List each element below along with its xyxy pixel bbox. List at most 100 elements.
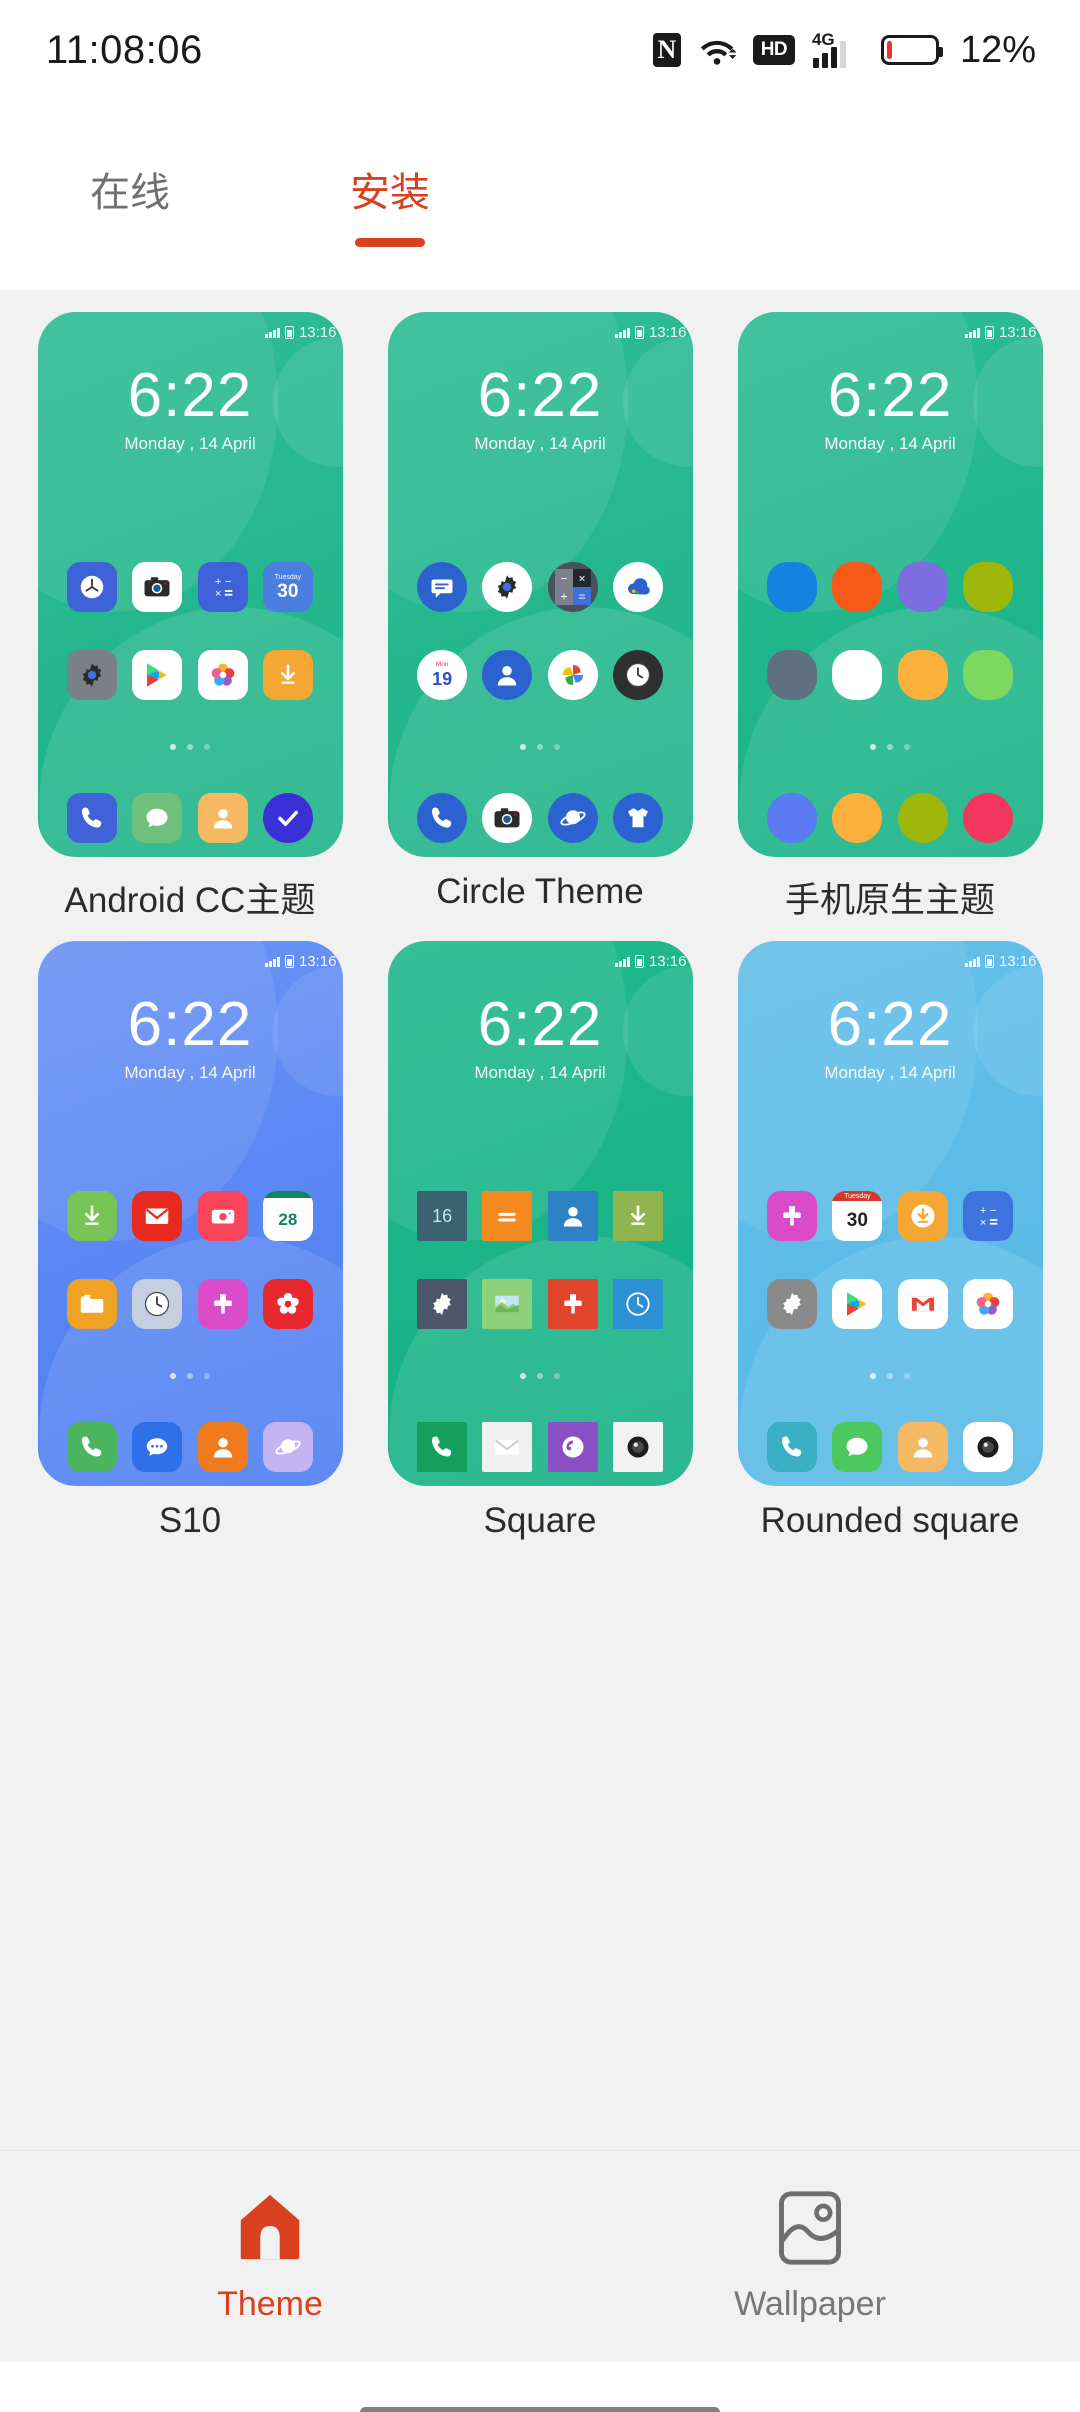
email-icon[interactable] [132, 1191, 183, 1241]
camera-icon[interactable] [482, 793, 533, 843]
messages-icon[interactable] [832, 1422, 883, 1472]
theme-preview[interactable]: 13:16 6:22 Monday , 14 April 16 [387, 941, 693, 1486]
preview-status-bar: 13:16 [965, 953, 1037, 970]
phone-icon[interactable] [417, 793, 468, 843]
theme-name-label: 手机原生主题 [784, 881, 995, 920]
theme-item[interactable]: 13:16 6:22 Monday , 14 April Tuesday 30 + − × Ro… [737, 941, 1043, 1541]
messages-icon[interactable] [132, 793, 183, 843]
gmail-icon[interactable] [897, 1279, 948, 1329]
messages-icon[interactable] [132, 1422, 183, 1472]
themes-icon[interactable] [767, 1191, 818, 1241]
calculator-icon[interactable]: + − × [962, 1191, 1013, 1241]
calculator-icon[interactable]: − × + = [547, 562, 598, 612]
theme-item[interactable]: 13:16 6:22 Monday , 14 April 28 S10 [37, 941, 343, 1541]
gallery-icon[interactable] [262, 1279, 313, 1329]
calendar-icon[interactable]: Mon 19 [417, 650, 468, 700]
app-icon-orange[interactable] [832, 562, 883, 612]
app-icon-green[interactable] [962, 650, 1013, 700]
downloads-icon[interactable] [67, 1191, 118, 1241]
clock-icon[interactable] [612, 1279, 663, 1329]
clock-icon[interactable] [67, 562, 118, 612]
browser-icon[interactable] [547, 1422, 598, 1472]
gesture-pill[interactable] [360, 2406, 720, 2412]
theme-preview[interactable]: 13:16 6:22 Monday , 14 April Tuesday 30 + − × [737, 941, 1043, 1486]
app-icon-white[interactable] [832, 650, 883, 700]
browser-icon[interactable] [547, 793, 598, 843]
preview-status-time: 13:16 [298, 324, 337, 341]
app-icon-gold[interactable] [832, 793, 883, 843]
messages-icon[interactable] [417, 562, 468, 612]
contacts-icon[interactable] [547, 1191, 598, 1241]
clock-icon[interactable] [612, 650, 663, 700]
app-icon-slate[interactable] [767, 650, 818, 700]
phone-icon[interactable] [417, 1422, 468, 1472]
app-icon-olive[interactable] [962, 562, 1013, 612]
tab-online[interactable]: 在线 [0, 160, 260, 247]
contacts-icon[interactable] [197, 793, 248, 843]
camera-icon[interactable] [612, 1422, 663, 1472]
email-icon[interactable] [482, 1422, 533, 1472]
theme-preview[interactable]: 13:16 6:22 Monday , 14 April [737, 312, 1043, 857]
browser-icon[interactable] [262, 1422, 313, 1472]
phone-icon[interactable] [67, 793, 118, 843]
theme-item[interactable]: 13:16 6:22 Monday , 14 April 手机原生主题 [737, 312, 1043, 923]
contacts-icon[interactable] [482, 650, 533, 700]
app-icon-purple[interactable] [897, 562, 948, 612]
theme-name-label: Rounded square [760, 1501, 1020, 1540]
camera-icon[interactable] [197, 1191, 248, 1241]
nav-item-theme-label: Theme [217, 2284, 323, 2323]
gallery-icon[interactable] [482, 1279, 533, 1329]
camera-icon[interactable] [962, 1422, 1013, 1472]
app-icon-amber[interactable] [897, 650, 948, 700]
calendar-icon[interactable]: Tuesday 30 [262, 562, 313, 612]
play-store-icon[interactable] [132, 650, 183, 700]
calculator-icon[interactable]: + − × [197, 562, 248, 612]
image-icon [773, 2190, 847, 2271]
clock-icon[interactable] [132, 1279, 183, 1329]
theme-preview[interactable]: 13:16 6:22 Monday , 14 April − × + = Mon 19 [387, 312, 693, 857]
calendar-icon[interactable]: 16 [417, 1191, 468, 1241]
nav-item-wallpaper[interactable]: Wallpaper [540, 2190, 1080, 2324]
nav-item-theme[interactable]: Theme [0, 2190, 540, 2324]
app-icon-blue[interactable] [767, 562, 818, 612]
svg-text:+: + [215, 576, 222, 588]
themes-icon[interactable] [612, 793, 663, 843]
camera-icon[interactable] [132, 562, 183, 612]
phone-icon[interactable] [67, 1422, 118, 1472]
downloads-icon[interactable] [612, 1191, 663, 1241]
settings-icon[interactable] [417, 1279, 468, 1329]
phone-icon[interactable] [767, 1422, 818, 1472]
theme-preview[interactable]: 13:16 6:22 Monday , 14 April 28 [37, 941, 343, 1486]
calendar-icon[interactable]: Tuesday 30 [832, 1191, 883, 1241]
gallery-icon[interactable] [962, 1279, 1013, 1329]
theme-item[interactable]: 13:16 6:22 Monday , 14 April − × + = Mon 19 Circl… [387, 312, 693, 923]
photos-icon[interactable] [547, 650, 598, 700]
calculator-icon[interactable] [482, 1191, 533, 1241]
app-icon-indigo[interactable] [767, 793, 818, 843]
settings-icon[interactable] [67, 650, 118, 700]
downloads-icon[interactable] [897, 1191, 948, 1241]
theme-item[interactable]: 13:16 6:22 Monday , 14 April 16 Square [387, 941, 693, 1541]
weather-icon[interactable] [612, 562, 663, 612]
contacts-icon[interactable] [897, 1422, 948, 1472]
settings-icon[interactable] [482, 562, 533, 612]
downloads-icon[interactable] [262, 650, 313, 700]
contacts-icon[interactable] [197, 1422, 248, 1472]
app-icon-pink[interactable] [962, 793, 1013, 843]
theme-preview[interactable]: 13:16 6:22 Monday , 14 April + − × Tuesday 30 [37, 312, 343, 857]
theme-list-content: 13:16 6:22 Monday , 14 April + − × Tuesday 30 An… [0, 290, 1080, 2150]
theme-item[interactable]: 13:16 6:22 Monday , 14 April + − × Tuesday 30 An… [37, 312, 343, 923]
preview-status-time: 13:16 [998, 953, 1037, 970]
gallery-icon[interactable] [197, 650, 248, 700]
tasks-icon[interactable] [262, 793, 313, 843]
calendar-icon[interactable]: 28 [262, 1191, 313, 1241]
app-icon-lime[interactable] [897, 793, 948, 843]
themes-icon[interactable] [197, 1279, 248, 1329]
tab-installed[interactable]: 安装 [260, 160, 520, 247]
svg-text:×: × [215, 588, 222, 600]
preview-status-time: 13:16 [298, 953, 337, 970]
themes-icon[interactable] [547, 1279, 598, 1329]
settings-icon[interactable] [767, 1279, 818, 1329]
play-store-icon[interactable] [832, 1279, 883, 1329]
files-icon[interactable] [67, 1279, 118, 1329]
